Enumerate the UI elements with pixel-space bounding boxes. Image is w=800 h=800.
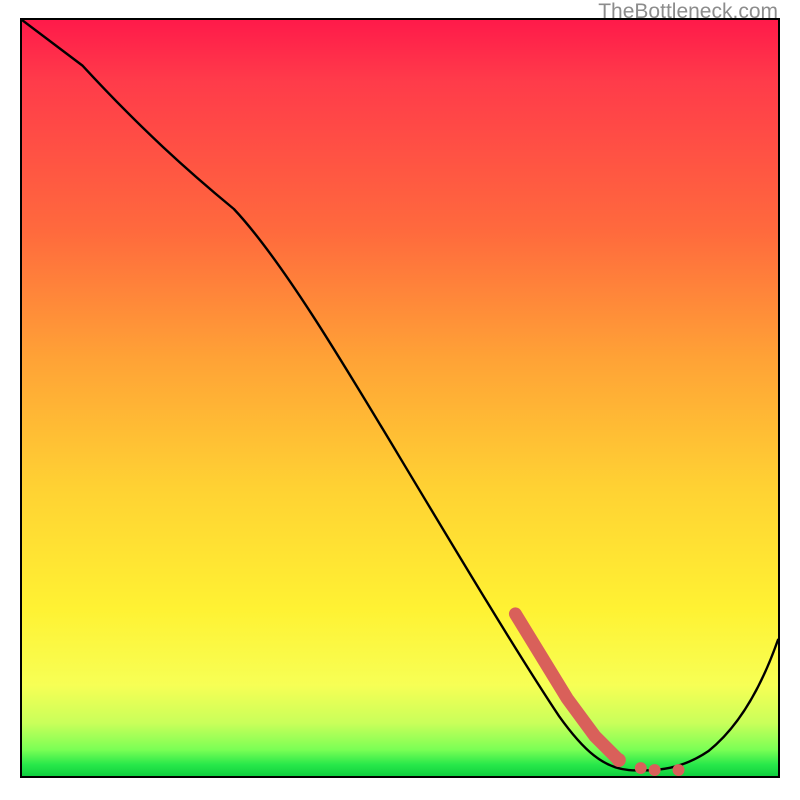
highlight-segment xyxy=(515,614,618,760)
highlight-dots xyxy=(612,753,685,776)
main-curve xyxy=(22,20,778,771)
plot-area xyxy=(20,18,780,778)
chart-svg xyxy=(22,20,778,776)
chart-stage: TheBottleneck.com xyxy=(0,0,800,800)
